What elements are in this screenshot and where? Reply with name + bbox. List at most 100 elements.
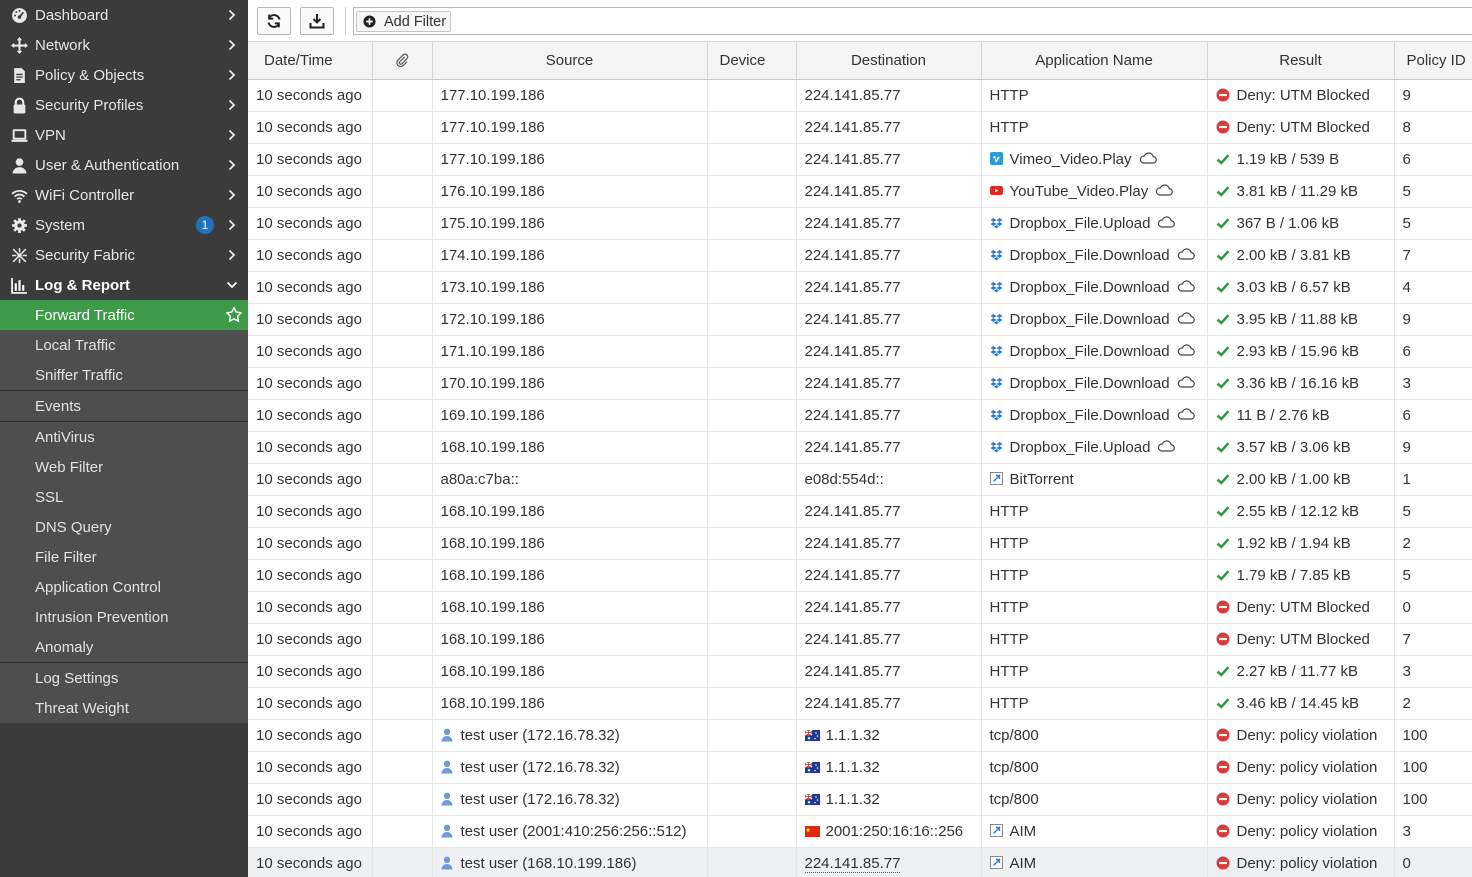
notification-badge: 1	[196, 216, 214, 234]
table-row[interactable]: 10 seconds ago test user (168.10.199.186)…	[248, 847, 1472, 877]
table-row[interactable]: 10 seconds ago 168.10.199.186 224.141.85.7…	[248, 527, 1472, 560]
cell-device	[707, 463, 797, 496]
column-header-source[interactable]: Source	[432, 42, 708, 80]
cell-application: HTTP	[981, 559, 1208, 592]
table-row[interactable]: 10 seconds ago 175.10.199.186 224.141.85.7…	[248, 207, 1472, 240]
cloud-icon	[1170, 279, 1195, 296]
sidebar-item-security-profiles[interactable]: Security Profiles	[0, 90, 248, 120]
sidebar-item-policy-objects[interactable]: Policy & Objects	[0, 60, 248, 90]
check-icon	[1216, 503, 1237, 520]
cell-device	[707, 527, 797, 560]
cell-application: HTTP	[981, 527, 1208, 560]
cell-datetime: 10 seconds ago	[248, 111, 373, 144]
table-row[interactable]: 10 seconds ago 169.10.199.186 224.141.85.7…	[248, 399, 1472, 432]
vimeo-app-icon	[989, 151, 1010, 168]
sidebar-item-wifi-controller[interactable]: WiFi Controller	[0, 180, 248, 210]
table-row[interactable]: 10 seconds ago test user (172.16.78.32) 1.…	[248, 751, 1472, 784]
submenu-item-antivirus[interactable]: AntiVirus	[0, 422, 248, 452]
cell-datetime: 10 seconds ago	[248, 847, 373, 877]
submenu-item-log-settings[interactable]: Log Settings	[0, 663, 248, 693]
dropbox-app-icon	[990, 343, 1010, 360]
table-row[interactable]: 10 seconds ago 168.10.199.186 224.141.85.7…	[248, 431, 1472, 464]
cell-source: test user (172.16.78.32)	[432, 783, 708, 816]
sidebar-item-label: Policy & Objects	[35, 66, 145, 84]
cloud-icon	[1170, 247, 1195, 264]
star-icon[interactable]	[225, 306, 243, 324]
table-row[interactable]: 10 seconds ago 177.10.199.186 224.141.85.7…	[248, 79, 1472, 112]
cell-application: Dropbox_File.Download	[981, 335, 1208, 368]
cell-policy-id: 7	[1394, 623, 1472, 656]
cell-application: Dropbox_File.Upload	[981, 431, 1208, 464]
submenu-item-anomaly[interactable]: Anomaly	[0, 632, 248, 662]
table-row[interactable]: 10 seconds ago 171.10.199.186 224.141.85.7…	[248, 335, 1472, 368]
fabric-icon	[10, 246, 28, 264]
column-header-policy-id[interactable]: Policy ID	[1394, 42, 1472, 80]
table-row[interactable]: 10 seconds ago 176.10.199.186 224.141.85.7…	[248, 175, 1472, 208]
column-header-datetime[interactable]: Date/Time	[248, 42, 373, 80]
cloud-icon	[1170, 407, 1195, 424]
column-header-application[interactable]: Application Name	[981, 42, 1208, 80]
cell-application: HTTP	[981, 623, 1208, 656]
table-row[interactable]: 10 seconds ago test user (2001:410:256:25…	[248, 815, 1472, 848]
download-button[interactable]	[300, 7, 334, 35]
table-row[interactable]: 10 seconds ago a80a:c7ba:: e08d:554d:: BitT…	[248, 463, 1472, 496]
cell-result: 2.93 kB / 15.96 kB	[1207, 335, 1395, 368]
sidebar-item-system[interactable]: System 1	[0, 210, 248, 240]
cell-device	[707, 623, 797, 656]
cell-device	[707, 687, 797, 720]
cell-result: 2.55 kB / 12.12 kB	[1207, 495, 1395, 528]
table-row[interactable]: 10 seconds ago 172.10.199.186 224.141.85.7…	[248, 303, 1472, 336]
cell-policy-id: 5	[1394, 207, 1472, 240]
sidebar-item-vpn[interactable]: VPN	[0, 120, 248, 150]
cell-datetime: 10 seconds ago	[248, 463, 373, 496]
cell-device	[707, 495, 797, 528]
submenu-item-sniffer-traffic[interactable]: Sniffer Traffic	[0, 360, 248, 390]
submenu-item-label: Log Settings	[35, 669, 119, 687]
submenu-item-label: Local Traffic	[35, 336, 116, 354]
table-row[interactable]: 10 seconds ago 168.10.199.186 224.141.85.7…	[248, 655, 1472, 688]
sidebar-item-log-report[interactable]: Log & Report	[0, 270, 248, 300]
cell-application: Dropbox_File.Upload	[981, 207, 1208, 240]
table-row[interactable]: 10 seconds ago 168.10.199.186 224.141.85.7…	[248, 495, 1472, 528]
table-row[interactable]: 10 seconds ago 168.10.199.186 224.141.85.7…	[248, 687, 1472, 720]
table-row[interactable]: 10 seconds ago 177.10.199.186 224.141.85.7…	[248, 111, 1472, 144]
sidebar-item-security-fabric[interactable]: Security Fabric	[0, 240, 248, 270]
australia-flag-icon	[804, 727, 826, 744]
submenu-item-label: Forward Traffic	[35, 306, 135, 324]
submenu-item-file-filter[interactable]: File Filter	[0, 542, 248, 572]
submenu-item-dns-query[interactable]: DNS Query	[0, 512, 248, 542]
table-row[interactable]: 10 seconds ago 168.10.199.186 224.141.85.7…	[248, 623, 1472, 656]
submenu-item-application-control[interactable]: Application Control	[0, 572, 248, 602]
column-header-result[interactable]: Result	[1207, 42, 1395, 80]
table-row[interactable]: 10 seconds ago test user (172.16.78.32) 1.…	[248, 719, 1472, 752]
table-row[interactable]: 10 seconds ago 174.10.199.186 224.141.85.7…	[248, 239, 1472, 272]
table-row[interactable]: 10 seconds ago 168.10.199.186 224.141.85.7…	[248, 591, 1472, 624]
column-header-device[interactable]: Device	[707, 42, 797, 80]
sidebar-item-user-authentication[interactable]: User & Authentication	[0, 150, 248, 180]
submenu-item-events[interactable]: Events	[0, 391, 248, 421]
column-header-destination[interactable]: Destination	[796, 42, 982, 80]
table-row[interactable]: 10 seconds ago 177.10.199.186 224.141.85.7…	[248, 143, 1472, 176]
cell-attachment	[372, 79, 433, 112]
submenu-item-local-traffic[interactable]: Local Traffic	[0, 330, 248, 360]
sidebar: Dashboard Network Policy & Objects Security…	[0, 0, 248, 877]
cell-device	[707, 431, 797, 464]
sidebar-item-dashboard[interactable]: Dashboard	[0, 0, 248, 30]
submenu-item-intrusion-prevention[interactable]: Intrusion Prevention	[0, 602, 248, 632]
submenu-item-forward-traffic[interactable]: Forward Traffic	[0, 300, 248, 330]
table-row[interactable]: 10 seconds ago 168.10.199.186 224.141.85.7…	[248, 559, 1472, 592]
table-row[interactable]: 10 seconds ago test user (172.16.78.32) 1.…	[248, 783, 1472, 816]
cell-attachment	[372, 463, 433, 496]
submenu-item-threat-weight[interactable]: Threat Weight	[0, 693, 248, 723]
add-filter-button[interactable]: Add Filter	[356, 11, 452, 32]
table-row[interactable]: 10 seconds ago 170.10.199.186 224.141.85.7…	[248, 367, 1472, 400]
submenu-item-ssl[interactable]: SSL	[0, 482, 248, 512]
filter-bar[interactable]: Add Filter	[353, 7, 1472, 35]
table-row[interactable]: 10 seconds ago 173.10.199.186 224.141.85.7…	[248, 271, 1472, 304]
submenu-item-web-filter[interactable]: Web Filter	[0, 452, 248, 482]
refresh-button[interactable]	[257, 7, 291, 35]
sidebar-item-network[interactable]: Network	[0, 30, 248, 60]
youtube-app-icon	[989, 183, 1010, 200]
generic-app-icon	[989, 823, 1010, 840]
column-header-attachment[interactable]	[372, 42, 433, 80]
